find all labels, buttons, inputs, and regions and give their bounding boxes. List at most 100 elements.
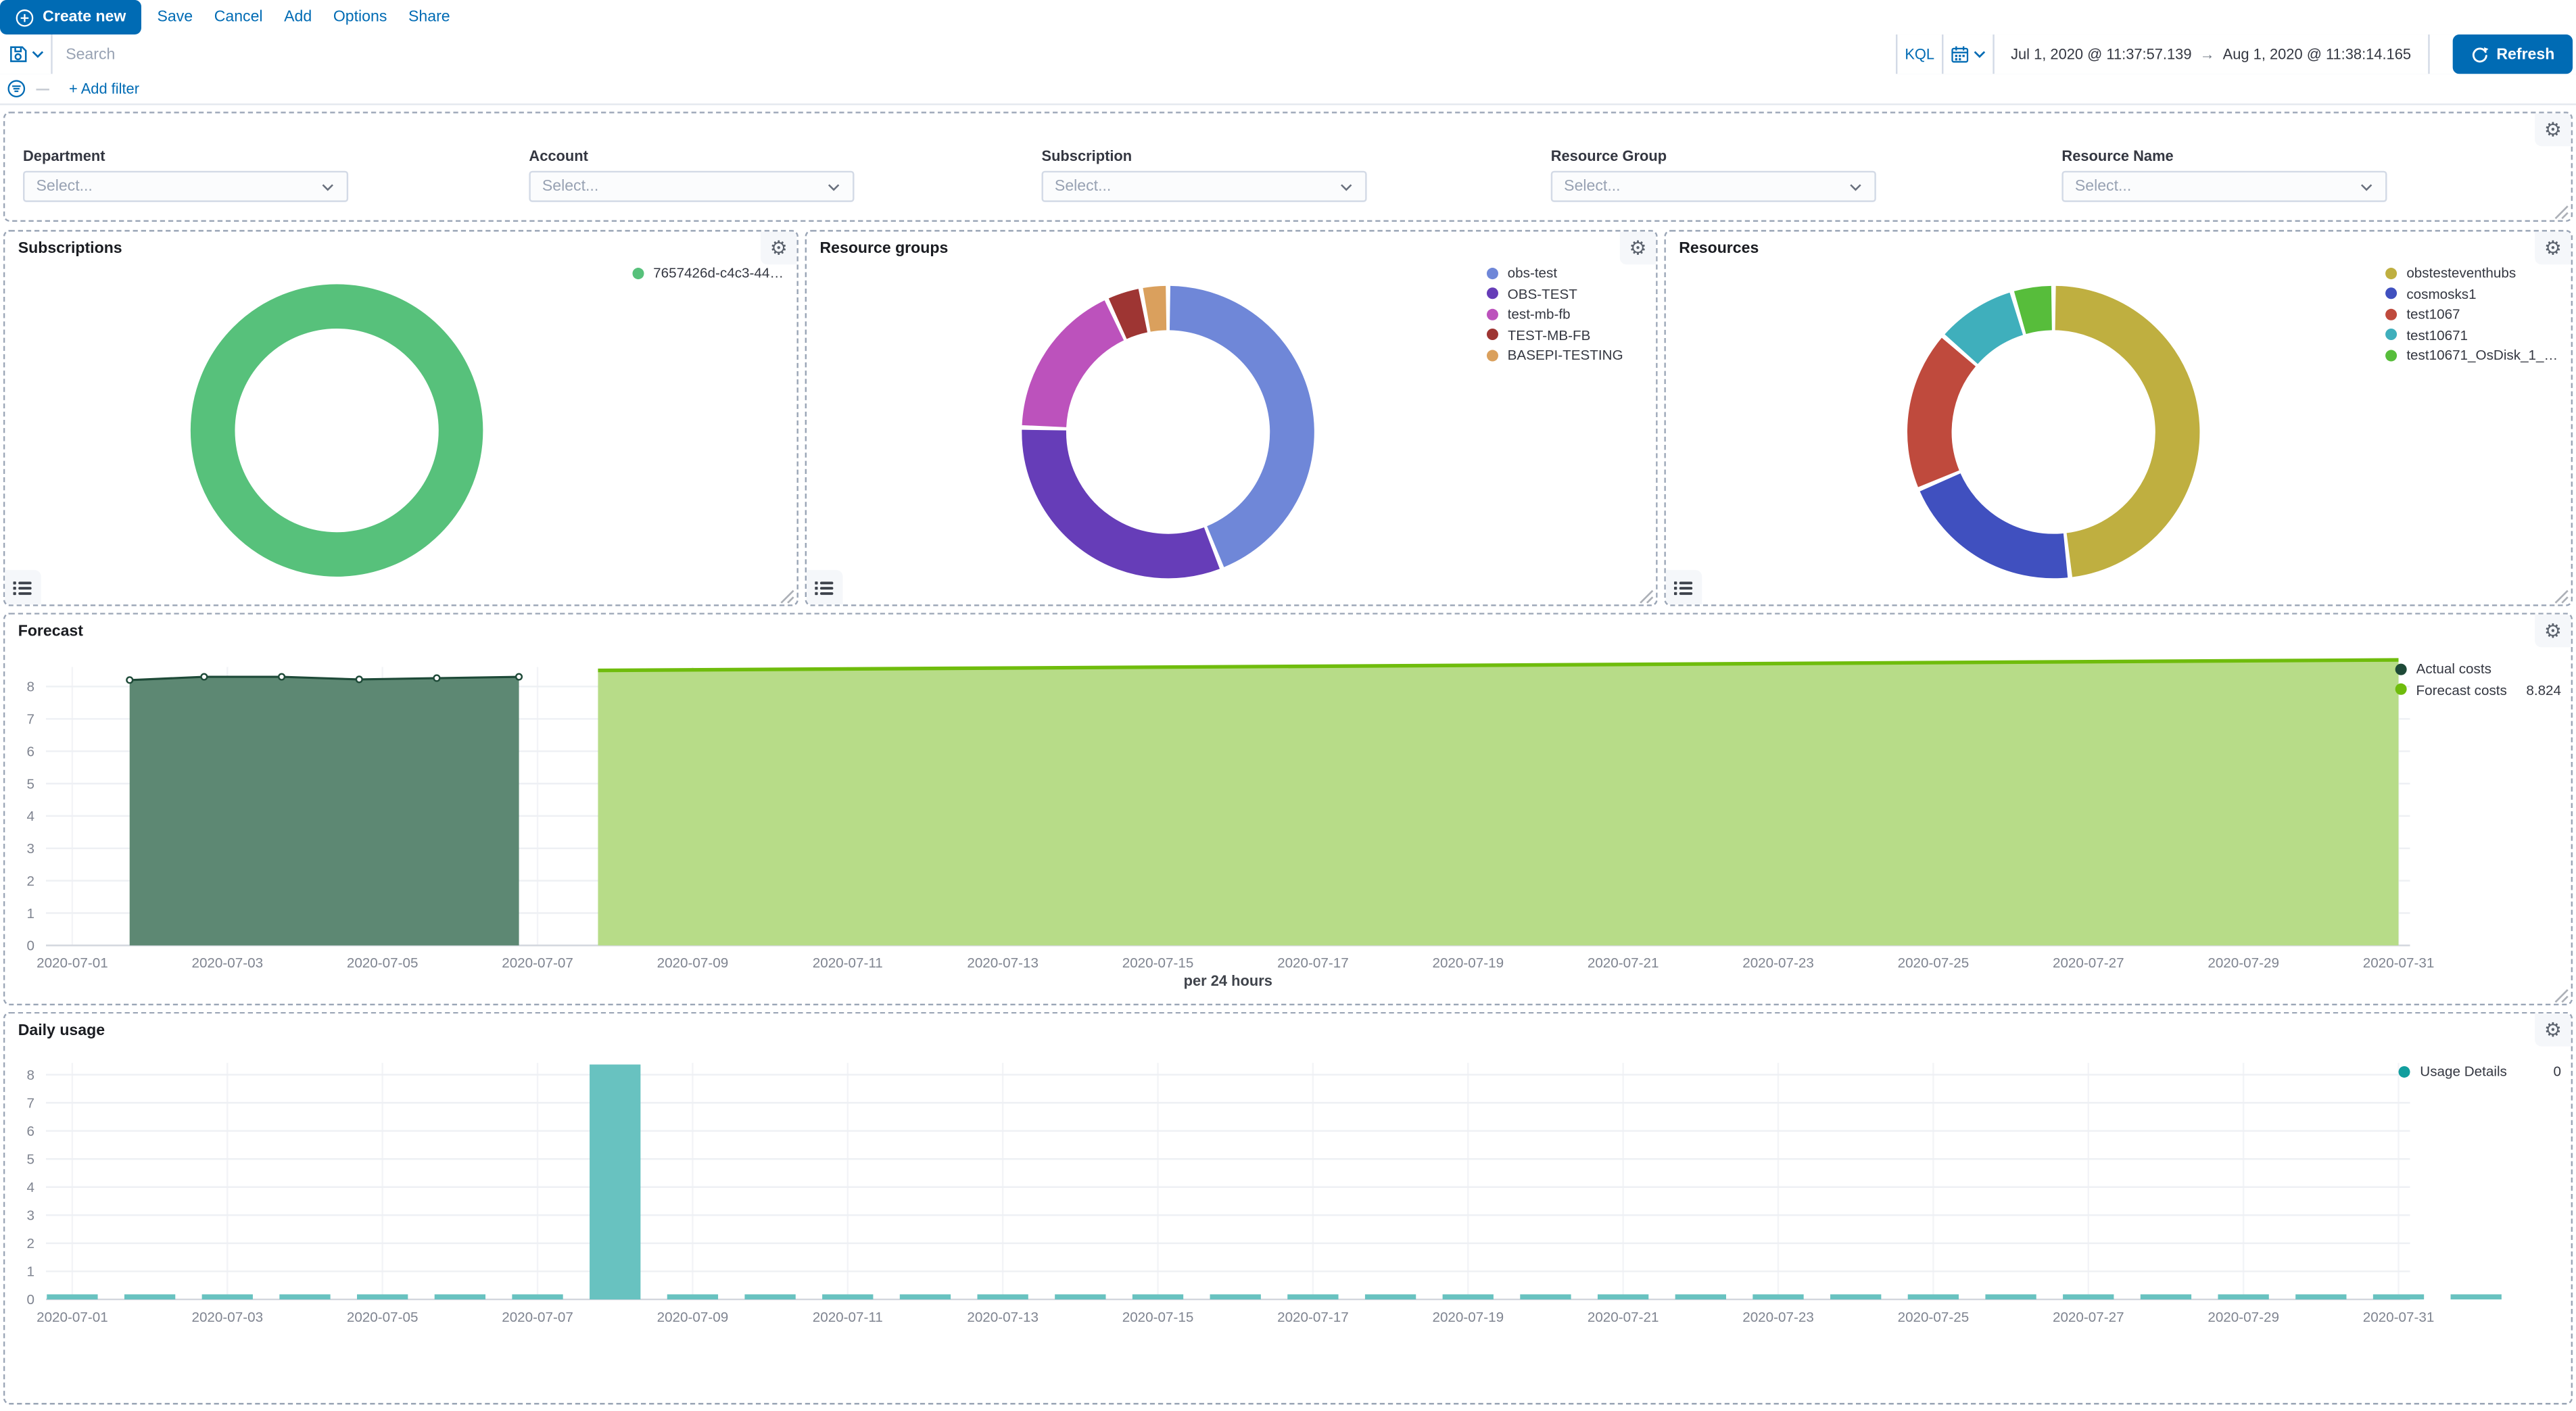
bar[interactable] <box>1520 1294 1571 1299</box>
create-new-button[interactable]: Create new <box>0 0 141 34</box>
legend-toggle-button[interactable] <box>807 570 842 604</box>
filter-label: Resource Group <box>1551 148 1667 164</box>
bar[interactable] <box>202 1294 253 1299</box>
saved-query-menu-button[interactable] <box>0 34 53 74</box>
date-picker-button[interactable] <box>1942 34 1993 74</box>
legend-item[interactable]: 7657426d-c4c3-44… <box>632 263 784 283</box>
bar[interactable] <box>2063 1294 2114 1299</box>
bar[interactable] <box>1443 1294 1494 1299</box>
date-range-display[interactable]: Jul 1, 2020 @ 11:37:57.139 → Aug 1, 2020… <box>1993 34 2429 74</box>
legend-item[interactable]: cosmosks1 <box>2385 283 2558 304</box>
legend-toggle-button[interactable] <box>5 570 41 604</box>
bar[interactable] <box>744 1294 795 1299</box>
bar[interactable] <box>1132 1294 1183 1299</box>
legend-label: OBS-TEST <box>1508 285 1577 302</box>
bar[interactable] <box>1365 1294 1416 1299</box>
bar[interactable] <box>1598 1294 1648 1299</box>
bar[interactable] <box>1985 1294 2036 1299</box>
bar[interactable] <box>900 1294 951 1299</box>
donut-slice[interactable] <box>1961 314 2016 349</box>
svg-text:2020-07-27: 2020-07-27 <box>2053 955 2124 971</box>
toolbar-item-add[interactable]: Add <box>284 8 312 26</box>
bar[interactable] <box>2218 1294 2268 1299</box>
filter-select-subscription[interactable]: Select... <box>1041 171 1366 202</box>
chevron-down-icon <box>1848 181 1863 191</box>
filter-select-resource-name[interactable]: Select... <box>2061 171 2387 202</box>
filter-icon[interactable] <box>7 79 26 99</box>
panel-resize-handle[interactable] <box>2550 583 2569 603</box>
donut-slice[interactable] <box>1118 310 1143 318</box>
bar[interactable] <box>435 1294 485 1299</box>
filter-select-account[interactable]: Select... <box>529 171 854 202</box>
bar[interactable] <box>590 1065 640 1299</box>
toolbar-item-options[interactable]: Options <box>333 8 387 26</box>
bar[interactable] <box>2295 1294 2346 1299</box>
bar[interactable] <box>1210 1294 1261 1299</box>
legend-item[interactable]: test10671_OsDisk_1_… <box>2385 345 2558 365</box>
donut-slice[interactable] <box>213 306 461 554</box>
bar[interactable] <box>124 1294 175 1299</box>
donut-slice[interactable] <box>2020 308 2052 313</box>
panel-resize-handle[interactable] <box>2550 199 2569 218</box>
refresh-button[interactable]: Refresh <box>2452 34 2573 74</box>
panel-resize-handle[interactable] <box>776 583 795 603</box>
bar[interactable] <box>1830 1294 1881 1299</box>
bar[interactable] <box>667 1294 718 1299</box>
donut-slice[interactable] <box>1170 308 1292 547</box>
bar[interactable] <box>2451 1294 2502 1299</box>
legend-item[interactable]: obs-test <box>1486 263 1623 283</box>
legend-item[interactable]: test-mb-fb <box>1486 304 1623 325</box>
svg-text:2020-07-19: 2020-07-19 <box>1432 1310 1504 1325</box>
panel-options-button[interactable]: ⚙ <box>2535 114 2571 147</box>
bar[interactable] <box>1287 1294 1338 1299</box>
legend-item[interactable]: TEST-MB-FB <box>1486 325 1623 345</box>
donut-slice[interactable] <box>1930 352 1959 479</box>
svg-text:2020-07-13: 2020-07-13 <box>967 955 1039 971</box>
bar[interactable] <box>47 1294 97 1299</box>
filter-select-department[interactable]: Select... <box>23 171 348 202</box>
bar[interactable] <box>2373 1294 2424 1299</box>
add-filter-link[interactable]: + Add filter <box>69 80 139 97</box>
donut-slice[interactable] <box>2055 308 2177 555</box>
svg-text:2020-07-27: 2020-07-27 <box>2053 1310 2124 1325</box>
legend-item[interactable]: Usage Details0 <box>2399 1061 2561 1082</box>
legend-item[interactable]: Forecast costs8.824 <box>2395 679 2561 700</box>
donut-slice[interactable] <box>1147 308 1166 310</box>
legend-item[interactable]: obstesteventhubs <box>2385 263 2558 283</box>
legend-item[interactable]: test10671 <box>2385 325 2558 345</box>
bar[interactable] <box>512 1294 563 1299</box>
bar[interactable] <box>1752 1294 1803 1299</box>
legend-label: test1067 <box>2406 306 2460 322</box>
bar[interactable] <box>1908 1294 1959 1299</box>
toolbar-menu: Save Cancel Add Options Share <box>158 8 450 26</box>
legend-item[interactable]: test1067 <box>2385 304 2558 325</box>
legend-toggle-button[interactable] <box>1666 570 1702 604</box>
donut-slice[interactable] <box>1044 320 1114 427</box>
toolbar-item-cancel[interactable]: Cancel <box>214 8 263 26</box>
legend-item[interactable]: Actual costs <box>2395 659 2561 679</box>
panel-resize-handle[interactable] <box>1635 583 1654 603</box>
filter-bar-divider <box>36 88 49 89</box>
search-input[interactable] <box>53 34 1896 74</box>
filter-select-resource-group[interactable]: Select... <box>1551 171 1876 202</box>
donut-slice[interactable] <box>1940 482 2066 556</box>
kql-toggle[interactable]: KQL <box>1896 34 1942 74</box>
donut-slice[interactable] <box>1044 430 1212 556</box>
bar[interactable] <box>1055 1294 1105 1299</box>
select-placeholder: Select... <box>36 177 92 195</box>
panel-resize-handle[interactable] <box>2550 982 2569 1002</box>
bar[interactable] <box>279 1294 330 1299</box>
toolbar-item-save[interactable]: Save <box>158 8 193 26</box>
bar[interactable] <box>2141 1294 2191 1299</box>
bar[interactable] <box>1675 1294 1726 1299</box>
toolbar-item-share[interactable]: Share <box>408 8 450 26</box>
legend-item[interactable]: OBS-TEST <box>1486 283 1623 304</box>
filters-panel: ⚙ DepartmentSelect...AccountSelect...Sub… <box>3 112 2573 222</box>
svg-text:2020-07-21: 2020-07-21 <box>1588 1310 1659 1325</box>
bar[interactable] <box>977 1294 1028 1299</box>
svg-text:2020-07-31: 2020-07-31 <box>2363 955 2435 971</box>
legend-label: Forecast costs <box>2416 681 2507 698</box>
legend-item[interactable]: BASEPI-TESTING <box>1486 345 1623 365</box>
bar[interactable] <box>822 1294 873 1299</box>
bar[interactable] <box>357 1294 408 1299</box>
